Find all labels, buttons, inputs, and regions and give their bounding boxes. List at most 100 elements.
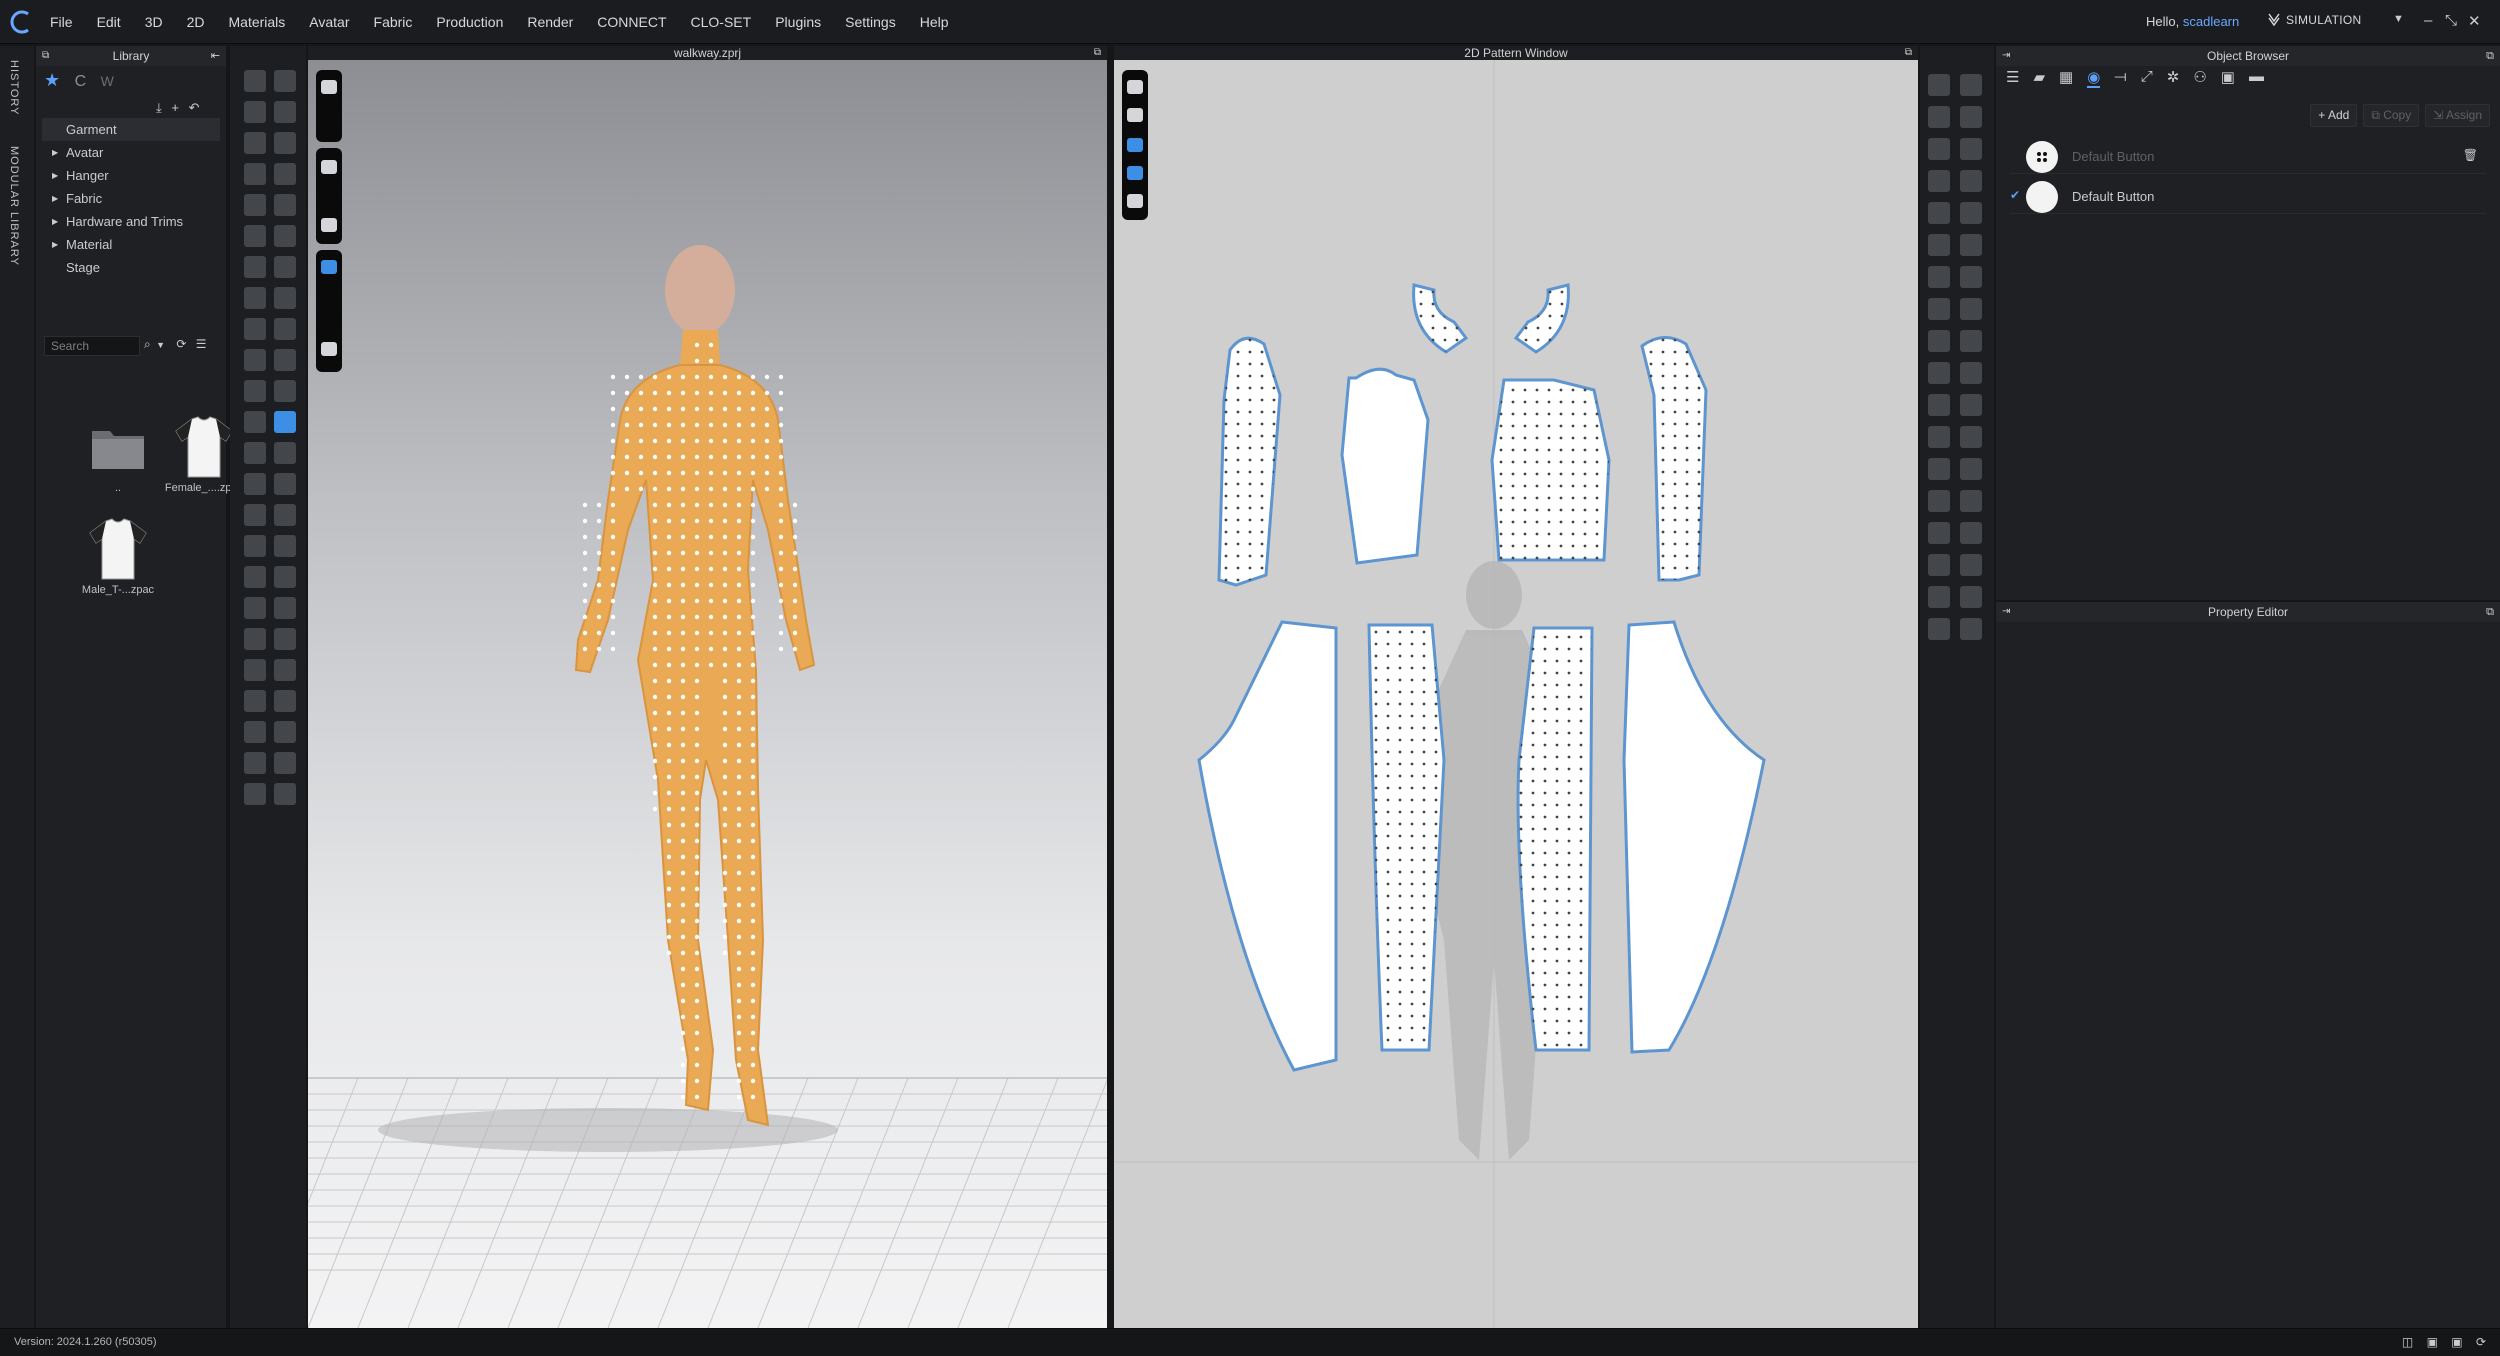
expand-arrow-icon[interactable]: ▶ <box>52 164 58 187</box>
simulation-mode-button[interactable]: SIMULATION <box>2286 13 2361 27</box>
menu-item[interactable]: File <box>50 14 73 30</box>
library-tree-item[interactable]: Garment <box>42 118 220 141</box>
tool-icon[interactable] <box>244 225 266 247</box>
tool-icon[interactable] <box>274 628 296 650</box>
expand-arrow-icon[interactable]: ▶ <box>52 210 58 233</box>
tool-icon[interactable] <box>1960 266 1982 288</box>
undo-icon[interactable]: ↶ <box>189 100 200 115</box>
clo-source-icon[interactable]: C <box>75 73 87 90</box>
tool-icon[interactable] <box>244 318 266 340</box>
viewport-2d-pattern[interactable] <box>1114 60 1918 1328</box>
pattern-piece[interactable] <box>1622 620 1766 1054</box>
pattern-piece[interactable] <box>1513 279 1570 354</box>
tool-icon[interactable] <box>1928 618 1950 640</box>
mode-dropdown-chevron-icon[interactable]: ▼ <box>2393 13 2404 25</box>
tool-icon[interactable] <box>244 256 266 278</box>
property-editor-float-icon[interactable]: ⧉ <box>2486 602 2494 622</box>
tool-icon[interactable] <box>244 504 266 526</box>
library-tree-item[interactable]: Stage <box>36 256 226 279</box>
tool-icon[interactable] <box>274 225 296 247</box>
pattern-piece[interactable] <box>1340 367 1430 565</box>
tool-icon[interactable] <box>274 70 296 92</box>
menu-item[interactable]: CLO-SET <box>691 14 752 30</box>
tool-icon[interactable] <box>244 535 266 557</box>
tool-icon[interactable] <box>274 194 296 216</box>
pattern-piece[interactable] <box>1408 279 1469 354</box>
library-tree-item[interactable]: ▶ Material <box>36 233 226 256</box>
tool-icon[interactable] <box>244 411 266 433</box>
tool-icon[interactable] <box>244 349 266 371</box>
tool-icon[interactable] <box>244 473 266 495</box>
tool-icon[interactable] <box>274 101 296 123</box>
history-tab[interactable]: HISTORY <box>8 60 20 116</box>
pattern-piece[interactable] <box>1363 619 1450 1054</box>
tool-icon[interactable] <box>1960 106 1982 128</box>
tool-icon[interactable] <box>1928 554 1950 576</box>
tool-icon[interactable] <box>274 659 296 681</box>
tool-icon[interactable] <box>244 132 266 154</box>
expand-arrow-icon[interactable]: ▶ <box>52 141 58 164</box>
tool-icon[interactable] <box>244 163 266 185</box>
camera-view-icon[interactable] <box>321 80 337 94</box>
tool-icon[interactable] <box>1960 490 1982 512</box>
menu-item[interactable]: 2D <box>187 14 205 30</box>
menu-item[interactable]: Materials <box>229 14 286 30</box>
tool-icon[interactable] <box>244 70 266 92</box>
tool-icon[interactable] <box>1960 170 1982 192</box>
tool-icon[interactable] <box>274 132 296 154</box>
texture-display-icon[interactable] <box>321 260 337 274</box>
tool-icon[interactable] <box>1928 298 1950 320</box>
tool-icon[interactable] <box>1928 74 1950 96</box>
panel-float-icon[interactable]: ⧉ <box>42 46 49 66</box>
favorites-star-icon[interactable]: ★ <box>44 70 60 90</box>
collapse-left-icon[interactable]: ⇤ <box>211 46 220 66</box>
tool-icon[interactable] <box>244 566 266 588</box>
tool-icon[interactable] <box>274 721 296 743</box>
delete-icon[interactable]: 🗑 <box>2463 148 2478 162</box>
minimize-icon[interactable]: – <box>2424 12 2432 29</box>
menu-item[interactable]: 3D <box>145 14 163 30</box>
search-icon[interactable]: ⌕ <box>144 337 151 351</box>
menu-item[interactable]: Avatar <box>309 14 349 30</box>
tool-icon[interactable] <box>1960 202 1982 224</box>
object-row[interactable]: Default Button 🗑 <box>2010 138 2486 174</box>
tool-icon[interactable] <box>274 256 296 278</box>
tool-icon[interactable] <box>1960 618 1982 640</box>
tool-icon[interactable] <box>244 721 266 743</box>
menu-item[interactable]: Fabric <box>374 14 413 30</box>
pattern-canvas[interactable] <box>1114 60 1918 1328</box>
tool-icon[interactable] <box>1928 202 1950 224</box>
tool-icon[interactable] <box>274 163 296 185</box>
pattern-tab-icon[interactable]: ▦ <box>2059 68 2073 88</box>
tool-icon[interactable] <box>244 659 266 681</box>
pattern-piece[interactable] <box>1213 336 1282 587</box>
object-browser-float-icon[interactable]: ⧉ <box>2486 46 2494 66</box>
trim-tab-icon[interactable]: ⚇ <box>2193 68 2206 88</box>
tool-icon[interactable] <box>1928 458 1950 480</box>
tool-icon[interactable] <box>274 380 296 402</box>
tool-icon[interactable] <box>274 597 296 619</box>
tool-icon[interactable] <box>1928 426 1950 448</box>
avatar-display-icon[interactable] <box>321 218 337 232</box>
viewport2d-float-icon[interactable]: ⧉ <box>1905 46 1912 60</box>
modular-library-tab[interactable]: MODULAR LIBRARY <box>8 146 20 266</box>
tool-icon[interactable] <box>274 783 296 805</box>
3d-scene[interactable] <box>308 60 1107 1328</box>
tool-icon[interactable] <box>1960 330 1982 352</box>
tool-icon[interactable] <box>1928 234 1950 256</box>
library-search-input[interactable]: Search <box>44 336 140 356</box>
tool-icon[interactable] <box>1960 586 1982 608</box>
tool-icon[interactable] <box>244 287 266 309</box>
expand-arrow-icon[interactable]: ▶ <box>52 233 58 256</box>
copy-button[interactable]: ⧉ Copy <box>2363 104 2420 127</box>
menu-item[interactable]: Settings <box>845 14 896 30</box>
buttonhole-tab-icon[interactable]: ⟞ <box>2114 68 2126 88</box>
layout-2d-icon[interactable]: ▣ <box>2451 1335 2462 1349</box>
expand-arrow-icon[interactable]: ▶ <box>52 187 58 210</box>
pattern-piece[interactable] <box>1197 620 1338 1072</box>
username-link[interactable]: scadlearn <box>2183 14 2239 29</box>
zipper-tab-icon[interactable]: ✲ <box>2167 68 2180 88</box>
library-tree-item[interactable]: ▶ Hardware and Trims <box>36 210 226 233</box>
tool-icon[interactable] <box>274 504 296 526</box>
tool-icon[interactable] <box>1928 490 1950 512</box>
